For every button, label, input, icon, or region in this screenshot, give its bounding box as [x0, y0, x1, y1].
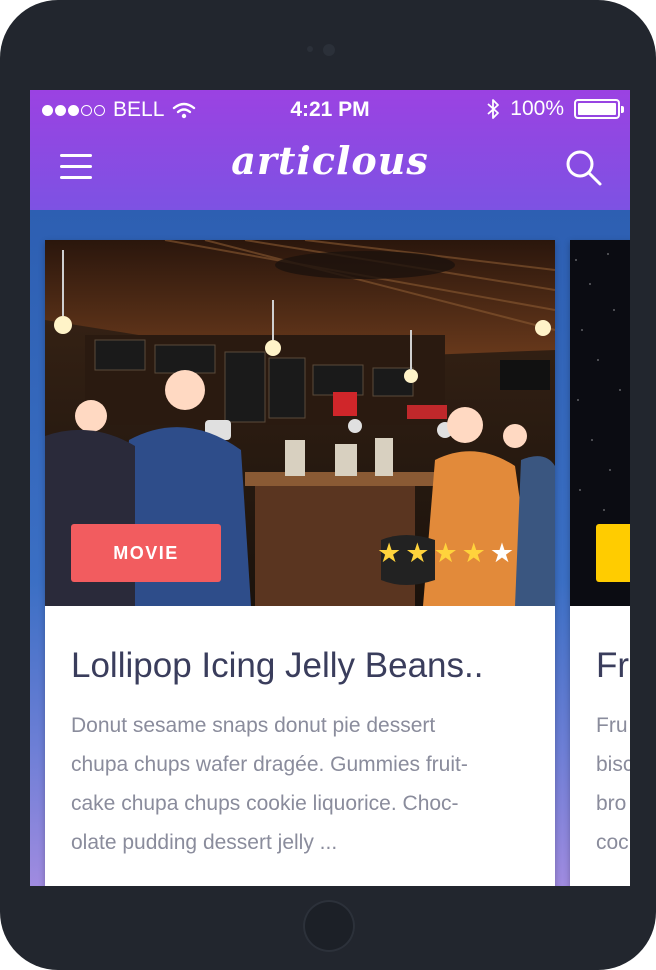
excerpt-line: bisc — [596, 753, 630, 776]
home-button[interactable] — [303, 900, 355, 952]
article-title[interactable]: Lollipop Icing Jelly Beans.. — [71, 646, 551, 686]
star-icon: ★ — [377, 538, 402, 569]
article-excerpt-next: Fru bisc bro coc — [596, 706, 630, 862]
phone-speaker — [307, 44, 337, 56]
battery-percentage: 100% — [510, 97, 564, 120]
star-icon: ★ — [461, 538, 486, 569]
phone-frame: BELL 4:21 PM 100% articlous MOVIE ★ ★ ★ … — [0, 0, 656, 970]
star-icon: ★ — [433, 538, 458, 569]
category-tag-button[interactable]: MOVIE — [71, 524, 221, 582]
excerpt-line: olate pudding dessert jelly ... — [71, 831, 338, 854]
excerpt-line: Donut sesame snaps donut pie dessert — [71, 714, 436, 737]
star-icon: ★ — [405, 538, 430, 569]
search-icon[interactable] — [564, 148, 604, 188]
app-logo: articlous — [231, 138, 429, 183]
app-header: BELL 4:21 PM 100% articlous — [30, 90, 630, 210]
app-screen: BELL 4:21 PM 100% articlous MOVIE ★ ★ ★ … — [30, 90, 630, 886]
excerpt-line: chupa chups wafer dragée. Gummies fruit- — [71, 753, 468, 776]
star-rating: ★ ★ ★ ★ ★ — [377, 538, 515, 569]
article-card[interactable]: MOVIE ★ ★ ★ ★ ★ Lollipop Icing Jelly Bea… — [45, 240, 555, 886]
excerpt-line: coc — [596, 831, 629, 854]
star-icon: ★ — [489, 538, 515, 569]
status-bar: BELL 4:21 PM 100% — [30, 90, 630, 130]
article-title-next[interactable]: Fr — [596, 646, 629, 686]
category-tag-button-next[interactable] — [596, 524, 630, 582]
article-excerpt: Donut sesame snaps donut pie dessert chu… — [71, 706, 511, 862]
battery-icon — [574, 99, 624, 119]
excerpt-line: bro — [596, 792, 627, 815]
article-card-next[interactable]: Fr Fru bisc bro coc — [570, 240, 630, 886]
bluetooth-icon — [487, 99, 500, 119]
excerpt-line: cake chupa chups cookie liquorice. Choc- — [71, 792, 459, 815]
excerpt-line: Fru — [596, 714, 628, 737]
